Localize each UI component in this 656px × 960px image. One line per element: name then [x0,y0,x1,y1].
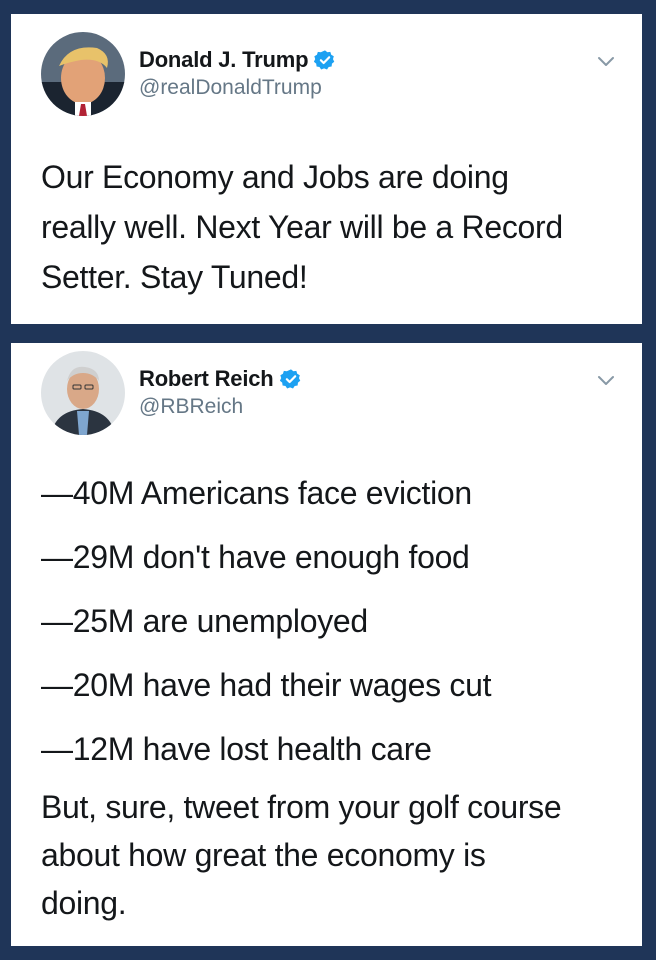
avatar[interactable] [41,351,125,435]
chevron-down-icon[interactable] [596,54,616,68]
closing-text: But, sure, tweet from your golf course a… [41,783,622,927]
tweet-text-line: Our Economy and Jobs are doing [41,159,509,195]
tweet-card-trump[interactable]: Donald J. Trump @realDonaldTrump Our Eco… [11,14,642,324]
verified-badge-icon [314,49,336,71]
chevron-down-icon[interactable] [596,373,616,387]
handle[interactable]: @realDonaldTrump [139,76,336,100]
stat-line: —12M have lost health care [41,731,432,767]
display-name[interactable]: Donald J. Trump [139,47,309,73]
stat-line: —29M don't have enough food [41,539,470,575]
stat-line: —25M are unemployed [41,603,368,639]
avatar[interactable] [41,32,125,116]
tweet-text-line: really well. Next Year will be a Record [41,209,563,245]
handle[interactable]: @RBReich [139,395,302,419]
tweet-text-line: about how great the economy is [41,837,486,873]
user-block: Donald J. Trump @realDonaldTrump [139,46,336,100]
stat-line: —20M have had their wages cut [41,667,492,703]
display-name[interactable]: Robert Reich [139,366,274,392]
tweet-text-line: But, sure, tweet from your golf course [41,789,562,825]
tweet-text: —40M Americans face eviction —29M don't … [41,465,622,927]
user-block: Robert Reich @RBReich [139,365,302,419]
tweet-card-reich[interactable]: Robert Reich @RBReich —40M Americans fac… [11,343,642,946]
display-name-row: Robert Reich [139,365,302,393]
tweet-text-line: doing. [41,885,127,921]
stat-line: —40M Americans face eviction [41,475,472,511]
display-name-row: Donald J. Trump [139,46,336,74]
tweet-text: Our Economy and Jobs are doing really we… [41,152,616,302]
tweet-text-line: Setter. Stay Tuned! [41,259,308,295]
avatar-photo [41,32,125,116]
avatar-photo [41,351,125,435]
verified-badge-icon [279,368,302,390]
